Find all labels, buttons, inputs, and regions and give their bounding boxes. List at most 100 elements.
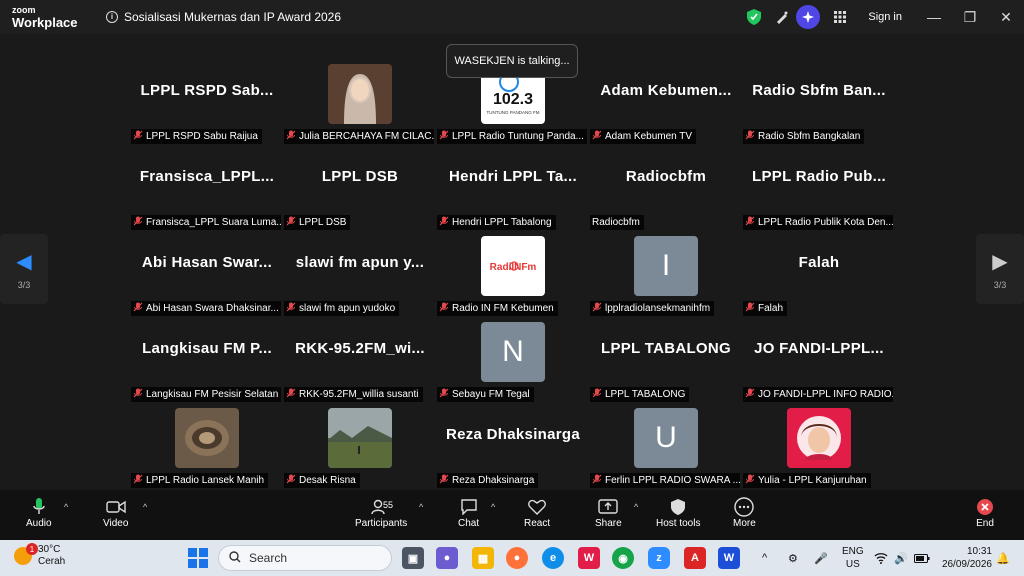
video-button[interactable]: Video	[103, 496, 128, 529]
tray-microphone-icon[interactable]: 🎤	[814, 540, 828, 576]
edge-icon[interactable]: e	[542, 547, 564, 569]
participant-tile[interactable]: LPPL DSB LPPL DSB	[284, 148, 436, 234]
tray-chevron-icon[interactable]: ^	[762, 540, 767, 576]
notification-bell-icon[interactable]: 🔔	[996, 540, 1010, 576]
participant-tile[interactable]: LPPL Radio Lansek Manih	[131, 406, 283, 492]
chat-options-caret[interactable]: ^	[491, 502, 495, 512]
weather-condition: Cerah	[38, 556, 66, 567]
meeting-title: Sosialisasi Mukernas dan IP Award 2026	[124, 10, 342, 24]
muted-microphone-icon	[439, 474, 449, 487]
shield-icon[interactable]	[740, 3, 768, 31]
muted-microphone-icon	[745, 388, 755, 401]
teams-chat-icon[interactable]: ●	[436, 547, 458, 569]
wifi-icon[interactable]	[874, 540, 888, 576]
previous-page-button[interactable]: ◀ 3/3	[0, 234, 48, 304]
participant-tile[interactable]: LPPL RSPD Sab... LPPL RSPD Sabu Raijua	[131, 62, 283, 148]
end-label: End	[976, 518, 994, 529]
participant-tile[interactable]: Ilpplradiolansekmanihfm	[590, 234, 742, 320]
tray-app-icon[interactable]: ⚙	[788, 540, 798, 576]
participant-tile[interactable]: LPPL TABALONG LPPL TABALONG	[590, 320, 742, 406]
participant-name-text: Radio IN FM Kebumen	[452, 303, 554, 314]
participant-tile[interactable]: Desak Risna	[284, 406, 436, 492]
file-explorer-icon[interactable]: ▦	[472, 547, 494, 569]
participant-name-label: Radio IN FM Kebumen	[437, 301, 558, 316]
video-options-caret[interactable]: ^	[143, 502, 147, 512]
participant-tile[interactable]: Langkisau FM P... Langkisau FM Pesisir Se…	[131, 320, 283, 406]
participant-tile[interactable]: Falah Falah	[743, 234, 895, 320]
share-screen-icon	[598, 496, 619, 518]
close-icon[interactable]: ✕	[988, 0, 1024, 34]
pdf-reader-icon[interactable]: A	[684, 547, 706, 569]
participant-tile[interactable]: RadiINFm Radio IN FM Kebumen	[437, 234, 589, 320]
video-camera-icon	[106, 496, 126, 518]
participant-name-text: Julia BERCAHAYA FM CILAC...	[299, 131, 434, 142]
battery-icon[interactable]	[914, 540, 930, 576]
participant-tile[interactable]: Yulia - LPPL Kanjuruhan	[743, 406, 895, 492]
apps-grid-icon[interactable]	[826, 3, 854, 31]
share-button[interactable]: Share	[595, 496, 622, 529]
participant-tile[interactable]: U Ferlin LPPL RADIO SWARA ...	[590, 406, 742, 492]
host-tools-button[interactable]: Host tools	[656, 496, 700, 529]
participant-avatar-letter: N	[481, 322, 545, 382]
participant-profile-picture	[175, 408, 239, 468]
participant-display-name: slawi fm apun y...	[295, 254, 425, 271]
share-options-caret[interactable]: ^	[634, 502, 638, 512]
participant-name-text: Adam Kebumen TV	[605, 131, 693, 142]
participant-tile[interactable]: RKK-95.2FM_wi... RKK-95.2FM_willia susant…	[284, 320, 436, 406]
muted-microphone-icon	[745, 130, 755, 143]
meeting-info[interactable]: i Sosialisasi Mukernas dan IP Award 2026	[106, 10, 341, 24]
participant-name-label: Reza Dhaksinarga	[437, 473, 539, 488]
ai-companion-icon[interactable]	[796, 5, 821, 29]
participant-display-name: Hendri LPPL Ta...	[449, 168, 577, 185]
muted-microphone-icon	[286, 216, 296, 229]
restore-icon[interactable]: ❐	[952, 0, 988, 34]
participant-tile[interactable]: Fransisca_LPPL... Fransisca_LPPL Suara Lu…	[131, 148, 283, 234]
participant-name-label: Langkisau FM Pesisir Selatan	[131, 387, 281, 402]
participant-tile[interactable]: Adam Kebumen... Adam Kebumen TV	[590, 62, 742, 148]
participant-tile[interactable]: JO FANDI-LPPL... JO FANDI-LPPL INFO RADIO…	[743, 320, 895, 406]
muted-microphone-icon	[133, 130, 143, 143]
participant-name-text: LPPL Radio Publik Kota Den...	[758, 217, 893, 228]
language-indicator[interactable]: ENG US	[842, 545, 864, 571]
end-icon	[976, 496, 994, 518]
clock-date: 26/09/2026	[941, 559, 992, 570]
participant-name-label: LPPL TABALONG	[590, 387, 690, 402]
participant-name-text: LPPL RSPD Sabu Raijua	[146, 131, 258, 142]
participants-options-caret[interactable]: ^	[419, 502, 423, 512]
sign-in-link[interactable]: Sign in	[868, 11, 902, 23]
participant-tile[interactable]: Radio Sbfm Ban... Radio Sbfm Bangkalan	[743, 62, 895, 148]
brand-small: zoom	[12, 5, 36, 15]
participant-tile[interactable]: Radiocbfm Radiocbfm	[590, 148, 742, 234]
more-button[interactable]: More	[733, 496, 756, 529]
participant-tile[interactable]: Julia BERCAHAYA FM CILAC...	[284, 62, 436, 148]
zoom-app-icon[interactable]: z	[648, 547, 670, 569]
audio-button[interactable]: Audio	[26, 496, 52, 529]
firefox-icon[interactable]: ●	[506, 547, 528, 569]
participant-tile[interactable]: slawi fm apun y... slawi fm apun yudoko	[284, 234, 436, 320]
word-icon[interactable]: W	[718, 547, 740, 569]
system-clock[interactable]: 10:31 26/09/2026	[942, 545, 992, 571]
participant-avatar-letter: U	[634, 408, 698, 468]
volume-icon[interactable]: 🔊	[894, 540, 908, 576]
taskbar-search[interactable]: Search	[218, 545, 392, 571]
info-icon[interactable]: i	[106, 11, 118, 23]
participant-tile[interactable]: N Sebayu FM Tegal	[437, 320, 589, 406]
participant-tile[interactable]: Reza Dhaksinarga Reza Dhaksinarga	[437, 406, 589, 492]
start-button[interactable]	[188, 548, 208, 568]
audio-options-caret[interactable]: ^	[64, 502, 68, 512]
minimize-icon[interactable]: —	[916, 0, 952, 34]
muted-microphone-icon	[286, 302, 296, 315]
participant-tile[interactable]: Abi Hasan Swar... Abi Hasan Swara Dhaksin…	[131, 234, 283, 320]
participants-button[interactable]: 55 Participants	[355, 496, 407, 529]
chrome-icon[interactable]: ◉	[612, 547, 634, 569]
react-button[interactable]: React	[524, 496, 550, 529]
wps-office-icon[interactable]: W	[578, 547, 600, 569]
participant-tile[interactable]: LPPL Radio Pub... LPPL Radio Publik Kota …	[743, 148, 895, 234]
chat-button[interactable]: Chat	[458, 496, 479, 529]
end-meeting-button[interactable]: End	[976, 496, 994, 529]
task-view-icon[interactable]: ▣	[402, 547, 424, 569]
pen-icon[interactable]	[768, 3, 796, 31]
weather-widget[interactable]: 1 30°C Cerah	[14, 543, 66, 568]
next-page-button[interactable]: ▶ 3/3	[976, 234, 1024, 304]
participant-tile[interactable]: Hendri LPPL Ta... Hendri LPPL Tabalong	[437, 148, 589, 234]
